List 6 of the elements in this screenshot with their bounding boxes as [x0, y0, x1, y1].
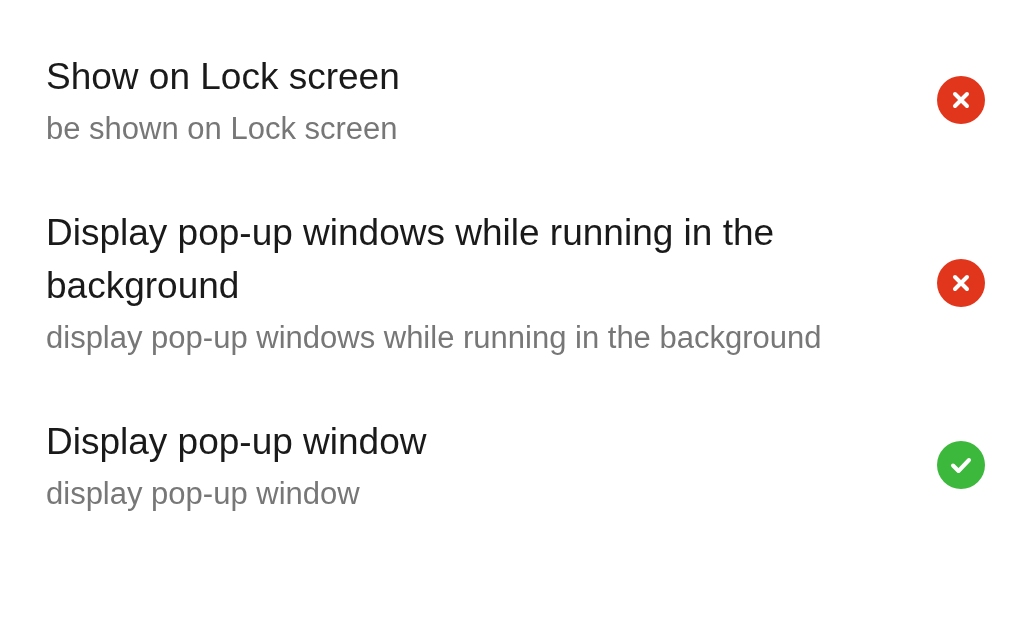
permission-description: display pop-up window: [46, 475, 361, 513]
permission-title: Display pop-up windows while running in the background: [46, 211, 776, 308]
permission-title: Show on Lock screen: [46, 55, 401, 99]
permission-title: Display pop-up window: [46, 420, 428, 464]
permission-description: display pop-up windows while running in the background: [46, 319, 823, 357]
permission-description: be shown on Lock screen: [46, 110, 399, 148]
